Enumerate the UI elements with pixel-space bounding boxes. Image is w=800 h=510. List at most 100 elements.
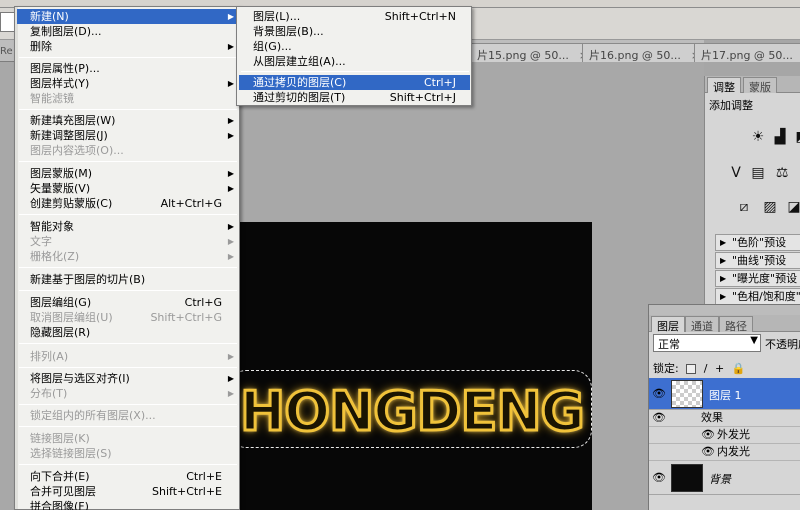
eye-icon[interactable]: 👁 bbox=[652, 411, 666, 425]
menu-item-label: 创建剪贴蒙版(C) bbox=[30, 197, 113, 210]
document-canvas[interactable]: HONGDENG bbox=[206, 222, 592, 510]
menu-item-label: 图层内容选项(O)... bbox=[30, 144, 124, 157]
menu-item-duplicate-layer[interactable]: 复制图层(D)... bbox=[17, 24, 238, 39]
tab-channels[interactable]: 通道 bbox=[685, 316, 719, 333]
menu-item-new-layer-based-slice[interactable]: 新建基于图层的切片(B) bbox=[17, 272, 238, 287]
menu-item-layer-mask[interactable]: 图层蒙版(M) ▶ bbox=[17, 166, 238, 181]
layer-effects-row[interactable]: 👁 效果 bbox=[649, 410, 800, 427]
preset-levels[interactable]: ▶ "色阶"预设 bbox=[715, 234, 800, 251]
submenu-item-background-layer[interactable]: 背景图层(B)... bbox=[239, 24, 470, 39]
menu-item-delete[interactable]: 删除 ▶ bbox=[17, 39, 238, 54]
menu-item-group-layers[interactable]: 图层编组(G) Ctrl+G bbox=[17, 295, 238, 310]
menu-item-new-fill-layer[interactable]: 新建填充图层(W) ▶ bbox=[17, 113, 238, 128]
menu-item-label: 矢量蒙版(V) bbox=[30, 182, 91, 195]
submenu-item-layer-via-copy[interactable]: 通过拷贝的图层(C) Ctrl+J bbox=[239, 75, 470, 90]
doc-tab-label: 片17.png @ 50... bbox=[701, 49, 793, 62]
menu-item-label: 图层编组(G) bbox=[30, 296, 92, 309]
doc-tab-label: 片16.png @ 50... bbox=[589, 49, 681, 62]
menu-item-smart-object[interactable]: 智能对象 ▶ bbox=[17, 219, 238, 234]
menu-item-hide-layers[interactable]: 隐藏图层(R) bbox=[17, 325, 238, 340]
doc-tab-17[interactable]: 片17.png @ 50...× bbox=[694, 43, 800, 62]
menu-item-merge-visible[interactable]: 合并可见图层 Shift+Ctrl+E bbox=[17, 484, 238, 499]
submenu-item-layer[interactable]: 图层(L)... Shift+Ctrl+N bbox=[239, 9, 470, 24]
effect-outer-glow[interactable]: 👁 外发光 bbox=[649, 427, 800, 444]
selective-color-icon[interactable]: ◪ bbox=[785, 198, 800, 216]
layer-name: 背景 bbox=[709, 473, 731, 486]
menu-separator bbox=[19, 161, 237, 162]
layers-tab-bar: 图层 通道 路径 bbox=[649, 315, 800, 333]
tab-paths[interactable]: 路径 bbox=[719, 316, 753, 333]
eye-icon[interactable]: 👁 bbox=[652, 471, 666, 485]
menu-item-new-adjustment-layer[interactable]: 新建调整图层(J) ▶ bbox=[17, 128, 238, 143]
layer-thumbnail bbox=[671, 380, 703, 408]
eye-icon[interactable]: 👁 bbox=[652, 387, 666, 401]
submenu-arrow-icon: ▶ bbox=[227, 389, 234, 398]
submenu-arrow-icon: ▶ bbox=[227, 222, 234, 231]
lock-all-icon[interactable]: 🔒 bbox=[732, 362, 746, 375]
preset-curves[interactable]: ▶ "曲线"预设 bbox=[715, 252, 800, 269]
brightness-icon[interactable]: ☀ bbox=[749, 128, 767, 146]
menu-item-label: 新建(N) bbox=[30, 10, 69, 23]
lock-pixels-icon[interactable]: / bbox=[704, 362, 708, 375]
mixer-icon[interactable]: ⧄ bbox=[735, 198, 753, 216]
menu-item-create-clipping-mask[interactable]: 创建剪贴蒙版(C) Alt+Ctrl+G bbox=[17, 196, 238, 211]
menu-item-vector-mask[interactable]: 矢量蒙版(V) ▶ bbox=[17, 181, 238, 196]
menu-item-merge-down[interactable]: 向下合并(E) Ctrl+E bbox=[17, 469, 238, 484]
effects-label: 效果 bbox=[701, 411, 723, 424]
tab-layers[interactable]: 图层 bbox=[651, 316, 685, 333]
menu-item-label: 图层蒙版(M) bbox=[30, 167, 93, 180]
menu-item-label: 智能滤镜 bbox=[30, 92, 74, 105]
layer-row-background[interactable]: 👁 背景 bbox=[649, 461, 800, 495]
menu-item-label: 取消图层编组(U) bbox=[30, 311, 113, 324]
hue-icon[interactable]: ▤ bbox=[749, 164, 767, 182]
doc-tab-16[interactable]: 片16.png @ 50...× bbox=[582, 43, 710, 62]
submenu-arrow-icon: ▶ bbox=[227, 12, 234, 21]
blend-mode-select[interactable]: 正常 ▼ bbox=[653, 334, 761, 352]
menu-separator bbox=[19, 367, 237, 368]
menu-item-flatten-image[interactable]: 拼合图像(F) bbox=[17, 499, 238, 510]
curves-icon[interactable]: ◩ bbox=[793, 128, 800, 146]
preset-hue-saturation[interactable]: ▶ "色相/饱和度"预 bbox=[715, 288, 800, 305]
doc-tab-15[interactable]: 片15.png @ 50...× bbox=[470, 43, 598, 62]
eye-icon[interactable]: 👁 bbox=[701, 428, 715, 442]
shortcut-label: Shift+Ctrl+N bbox=[384, 10, 456, 23]
levels-icon[interactable]: ▟ bbox=[771, 128, 789, 146]
submenu-item-group-from-layers[interactable]: 从图层建立组(A)... bbox=[239, 54, 470, 69]
menu-item-align-layers-to-selection[interactable]: 将图层与选区对齐(I) ▶ bbox=[17, 371, 238, 386]
shortcut-label: Ctrl+J bbox=[423, 76, 456, 89]
menu-separator bbox=[19, 343, 237, 344]
menu-item-layer-properties[interactable]: 图层属性(P)... bbox=[17, 61, 238, 76]
lock-position-icon[interactable]: + bbox=[715, 362, 724, 375]
layer-name: 图层 1 bbox=[709, 389, 742, 402]
submenu-item-label: 从图层建立组(A)... bbox=[253, 55, 346, 68]
menu-separator bbox=[19, 109, 237, 110]
menu-item-new[interactable]: 新建(N) ▶ bbox=[17, 9, 238, 24]
vibrance-icon[interactable]: V bbox=[727, 164, 745, 182]
chevron-down-icon: ▼ bbox=[750, 335, 758, 346]
effect-inner-glow[interactable]: 👁 内发光 bbox=[649, 444, 800, 461]
submenu-item-layer-via-cut[interactable]: 通过剪切的图层(T) Shift+Ctrl+J bbox=[239, 90, 470, 105]
balance-icon[interactable]: ⚖ bbox=[773, 164, 791, 182]
submenu-item-group[interactable]: 组(G)... bbox=[239, 39, 470, 54]
submenu-arrow-icon: ▶ bbox=[227, 131, 234, 140]
tab-adjustments[interactable]: 调整 bbox=[707, 77, 741, 94]
menu-item-label: 新建基于图层的切片(B) bbox=[30, 273, 146, 286]
menu-item-distribute: 分布(T) ▶ bbox=[17, 386, 238, 401]
lock-transparency-icon[interactable] bbox=[686, 364, 697, 374]
menu-item-label: 图层样式(Y) bbox=[30, 77, 90, 90]
submenu-item-label: 图层(L)... bbox=[253, 10, 301, 23]
expand-icon: ▶ bbox=[720, 292, 727, 301]
menu-item-ungroup-layers: 取消图层编组(U) Shift+Ctrl+G bbox=[17, 310, 238, 325]
layer-row-layer1[interactable]: 👁 图层 1 bbox=[649, 378, 800, 410]
gradient-map-icon[interactable]: ▨ bbox=[761, 198, 779, 216]
tab-masks[interactable]: 蒙版 bbox=[743, 77, 777, 94]
submenu-item-label: 通过拷贝的图层(C) bbox=[253, 76, 347, 89]
menu-item-layer-style[interactable]: 图层样式(Y) ▶ bbox=[17, 76, 238, 91]
preset-label: "色相/饱和度"预 bbox=[732, 290, 800, 303]
menu-item-label: 选择链接图层(S) bbox=[30, 447, 112, 460]
eye-icon[interactable]: 👁 bbox=[701, 445, 715, 459]
shortcut-label: Shift+Ctrl+E bbox=[152, 485, 222, 498]
menu-item-label: 图层属性(P)... bbox=[30, 62, 100, 75]
preset-exposure[interactable]: ▶ "曝光度"预设 bbox=[715, 270, 800, 287]
shortcut-label: Ctrl+E bbox=[186, 470, 222, 483]
